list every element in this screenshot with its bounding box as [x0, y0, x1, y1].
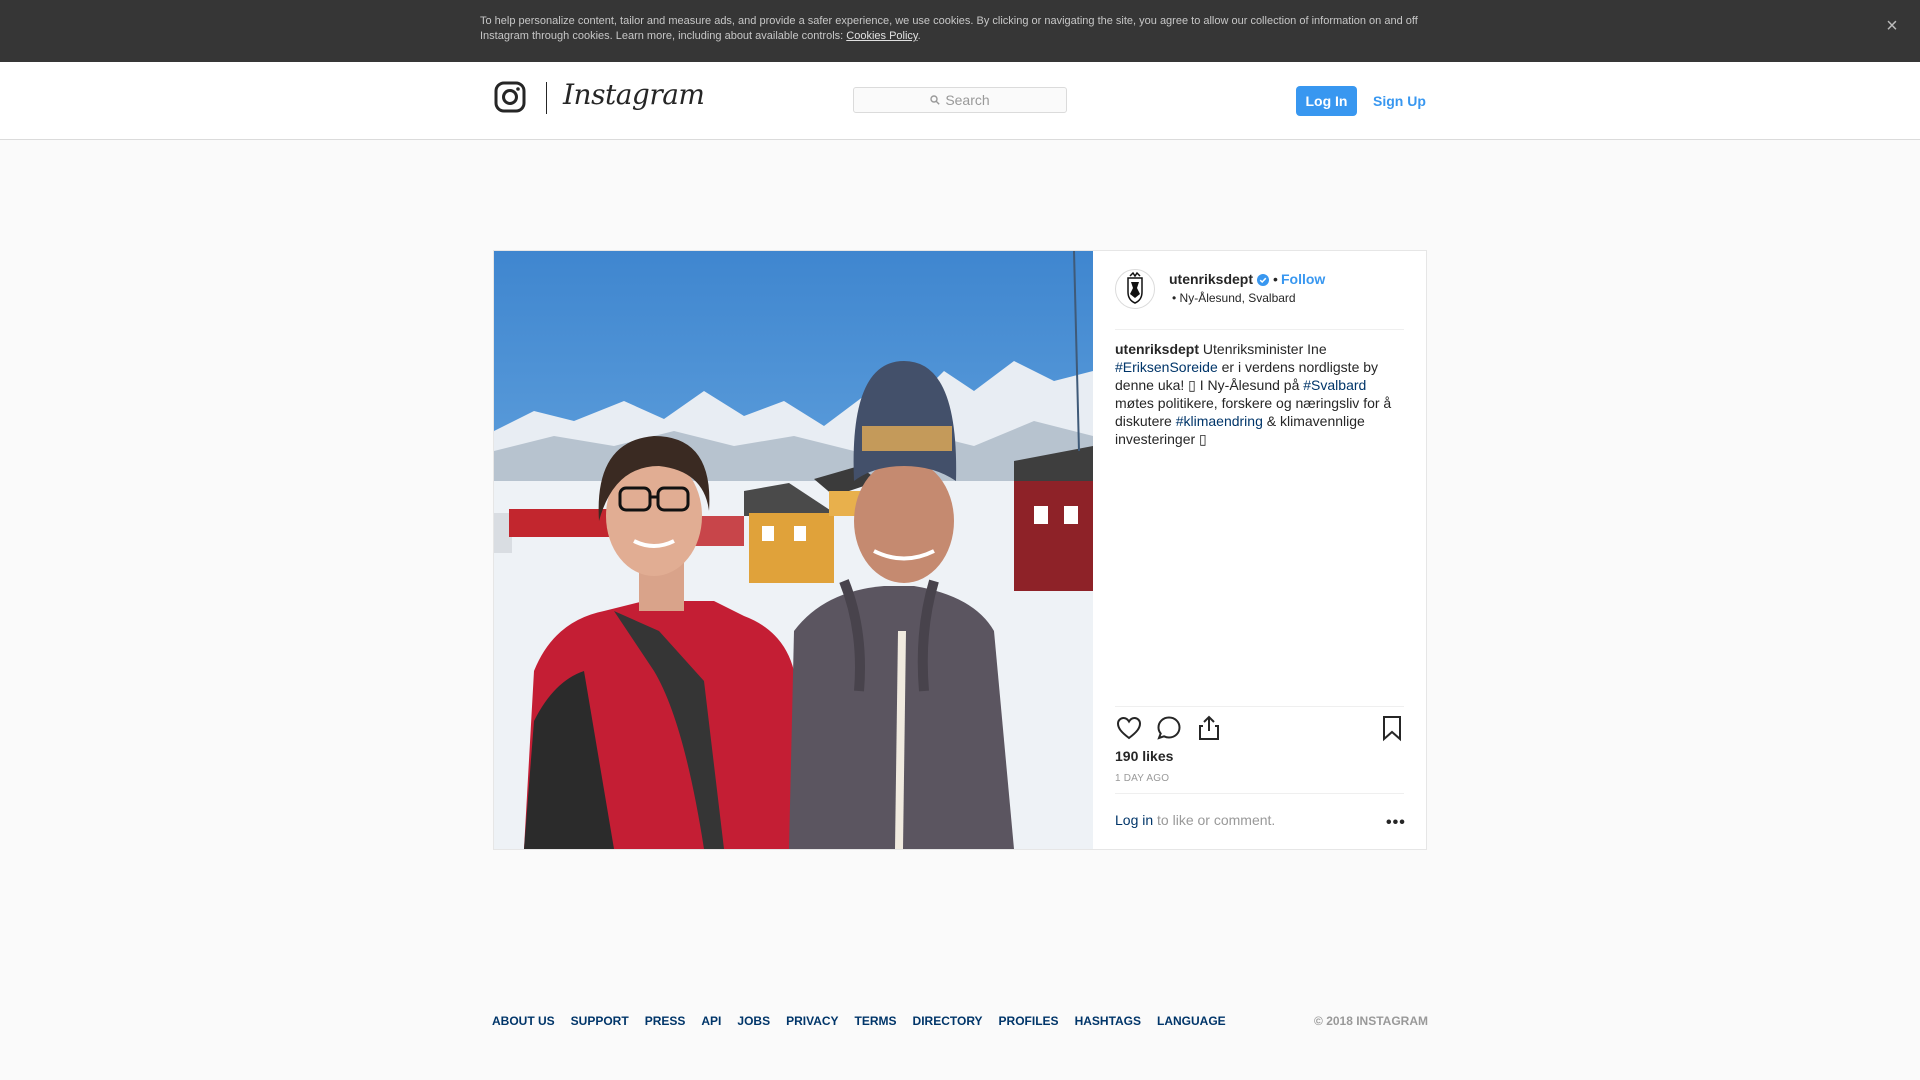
login-link[interactable]: Log in	[1115, 812, 1153, 828]
hashtag-link[interactable]: #EriksenSoreide	[1115, 359, 1218, 375]
post-caption: utenriksdept Utenriksminister Ine #Eriks…	[1115, 340, 1407, 448]
footer-link-terms[interactable]: TERMS	[855, 1014, 897, 1028]
comment-divider	[1115, 793, 1404, 794]
coat-of-arms-icon	[1127, 271, 1143, 304]
header-divider	[1115, 329, 1404, 330]
comment-icon[interactable]	[1155, 714, 1183, 742]
footer-link-privacy[interactable]: PRIVACY	[786, 1014, 838, 1028]
follow-button[interactable]: Follow	[1281, 271, 1325, 287]
verified-badge-icon	[1257, 274, 1269, 286]
caption-username[interactable]: utenriksdept	[1115, 341, 1199, 357]
caption-text: Utenriksminister Ine	[1199, 341, 1327, 357]
instagram-wordmark[interactable]: Instagram	[563, 78, 705, 111]
avatar[interactable]	[1115, 269, 1155, 309]
bookmark-icon[interactable]	[1378, 714, 1406, 742]
search-placeholder: Search	[945, 92, 990, 108]
post-photo-image	[494, 251, 1093, 849]
location-dot: •	[1172, 291, 1177, 305]
login-button[interactable]: Log In	[1296, 86, 1357, 116]
instagram-camera-icon[interactable]	[494, 81, 526, 113]
footer-link-language[interactable]: LANGUAGE	[1157, 1014, 1226, 1028]
hashtag-link[interactable]: #klimaendring	[1176, 413, 1263, 429]
cookie-text-body: To help personalize content, tailor and …	[480, 15, 1418, 42]
signup-link[interactable]: Sign Up	[1373, 86, 1426, 116]
copyright: © 2018 INSTAGRAM	[1314, 1014, 1428, 1028]
footer-link-press[interactable]: PRESS	[645, 1014, 686, 1028]
post-card: utenriksdept • Follow • Ny-Ålesund, Sval…	[493, 250, 1427, 850]
post-username[interactable]: utenriksdept	[1169, 271, 1253, 287]
actions-divider	[1115, 706, 1404, 707]
top-nav: Instagram Search Log In Sign Up	[0, 62, 1920, 140]
post-location: • Ny-Ålesund, Svalbard	[1172, 291, 1296, 305]
cookie-banner-text: To help personalize content, tailor and …	[480, 14, 1430, 44]
location-link[interactable]: Ny-Ålesund, Svalbard	[1180, 291, 1296, 305]
footer-link-api[interactable]: API	[701, 1014, 721, 1028]
post-sidebar: utenriksdept • Follow • Ny-Ålesund, Sval…	[1093, 251, 1426, 849]
footer-link-directory[interactable]: DIRECTORY	[913, 1014, 983, 1028]
footer-link-profiles[interactable]: PROFILES	[999, 1014, 1059, 1028]
post-timestamp[interactable]: 1 DAY AGO	[1115, 773, 1169, 784]
cookies-policy-link[interactable]: Cookies Policy	[846, 30, 917, 42]
cookie-banner: To help personalize content, tailor and …	[0, 0, 1920, 62]
footer-link-hashtags[interactable]: HASHTAGS	[1075, 1014, 1141, 1028]
hashtag-link[interactable]: #Svalbard	[1303, 377, 1366, 393]
search-input[interactable]: Search	[853, 87, 1067, 113]
footer-links: ABOUT US SUPPORT PRESS API JOBS PRIVACY …	[492, 1014, 1226, 1028]
search-icon	[930, 95, 941, 105]
footer: ABOUT US SUPPORT PRESS API JOBS PRIVACY …	[492, 1014, 1428, 1034]
close-icon[interactable]: ×	[1880, 14, 1904, 38]
cookie-text-end: .	[917, 30, 921, 42]
post-photo[interactable]	[494, 251, 1093, 849]
footer-link-jobs[interactable]: JOBS	[737, 1014, 770, 1028]
post-actions	[1115, 714, 1404, 746]
post-header: utenriksdept • Follow • Ny-Ålesund, Sval…	[1093, 251, 1426, 330]
heart-icon[interactable]	[1115, 714, 1143, 742]
login-prompt: Log in to like or comment.	[1115, 812, 1275, 828]
likes-count[interactable]: 190 likes	[1115, 748, 1173, 764]
logo-divider	[546, 82, 547, 114]
footer-link-about-us[interactable]: ABOUT US	[492, 1014, 555, 1028]
footer-link-support[interactable]: SUPPORT	[571, 1014, 629, 1028]
login-prompt-text: to like or comment.	[1153, 812, 1276, 828]
separator-dot: •	[1273, 271, 1278, 287]
share-icon[interactable]	[1195, 714, 1223, 742]
more-options-icon[interactable]: •••	[1386, 814, 1406, 832]
